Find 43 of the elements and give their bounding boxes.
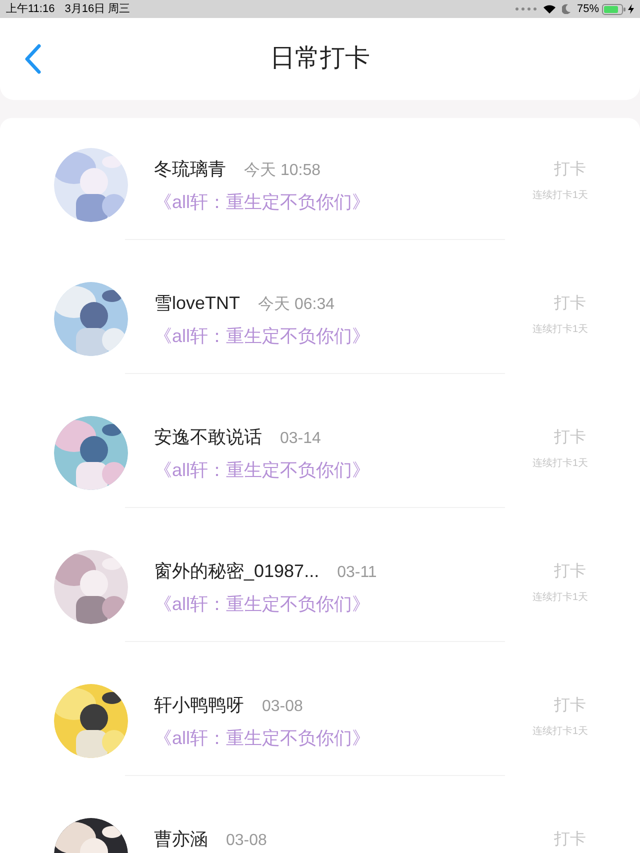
wifi-icon bbox=[542, 4, 556, 14]
streak-label: 连续打卡1天 bbox=[532, 322, 588, 337]
user-name: 轩小鸭鸭呀 bbox=[154, 694, 244, 717]
page-title: 日常打卡 bbox=[270, 43, 370, 74]
user-name: 安逸不敢说话 bbox=[154, 426, 262, 449]
moon-icon bbox=[562, 4, 571, 14]
checkin-button[interactable]: 打卡 bbox=[554, 560, 588, 584]
checkin-button[interactable]: 打卡 bbox=[554, 292, 588, 316]
checkin-row[interactable]: 轩小鸭鸭呀 03-08 《all轩：重生定不负你们》 打卡 连续打卡1天 bbox=[0, 670, 640, 804]
checkin-row[interactable]: 雪loveTNT 今天 06:34 《all轩：重生定不负你们》 打卡 连续打卡1天 bbox=[0, 268, 640, 402]
post-time: 03-08 bbox=[226, 831, 267, 851]
user-name: 曹亦涵 bbox=[154, 828, 208, 851]
streak-label: 连续打卡1天 bbox=[532, 456, 588, 471]
checkin-row[interactable]: 冬琉璃青 今天 10:58 《all轩：重生定不负你们》 打卡 连续打卡1天 bbox=[0, 134, 640, 268]
book-title[interactable]: 《all轩：重生定不负你们》 bbox=[154, 189, 478, 216]
battery-icon bbox=[602, 4, 626, 14]
status-time: 上午11:16 bbox=[6, 2, 55, 17]
checkin-row[interactable]: 窗外的秘密_01987... 03-11 《all轩：重生定不负你们》 打卡 连续打卡1天 bbox=[0, 536, 640, 670]
post-time: 03-14 bbox=[280, 429, 321, 449]
signal-dots-icon bbox=[514, 7, 537, 11]
post-time: 03-11 bbox=[337, 563, 377, 583]
checkin-button[interactable]: 打卡 bbox=[554, 828, 588, 852]
book-title[interactable]: 《all轩：重生定不负你们》 bbox=[154, 591, 478, 618]
streak-label: 连续打卡1天 bbox=[532, 724, 588, 739]
user-name: 雪loveTNT bbox=[154, 292, 240, 315]
user-name: 窗外的秘密_01987... bbox=[154, 560, 320, 583]
streak-label: 连续打卡1天 bbox=[532, 188, 588, 203]
post-time: 今天 10:58 bbox=[244, 161, 320, 181]
checkin-button[interactable]: 打卡 bbox=[554, 158, 588, 182]
status-date: 3月16日 周三 bbox=[64, 2, 130, 17]
streak-label: 连续打卡1天 bbox=[532, 590, 588, 605]
post-time: 03-08 bbox=[262, 697, 303, 717]
checkin-row[interactable]: 安逸不敢说话 03-14 《all轩：重生定不负你们》 打卡 连续打卡1天 bbox=[0, 402, 640, 536]
book-title[interactable]: 《all轩：重生定不负你们》 bbox=[154, 725, 478, 752]
charging-icon bbox=[628, 4, 634, 14]
battery-percent: 75% bbox=[576, 2, 599, 17]
book-title[interactable]: 《all轩：重生定不负你们》 bbox=[154, 323, 478, 350]
post-time: 今天 06:34 bbox=[258, 295, 334, 315]
checkin-button[interactable]: 打卡 bbox=[554, 426, 588, 450]
checkin-button[interactable]: 打卡 bbox=[554, 694, 588, 718]
book-title[interactable]: 《all轩：重生定不负你们》 bbox=[154, 457, 478, 484]
user-name: 冬琉璃青 bbox=[154, 158, 226, 181]
checkin-row[interactable]: 曹亦涵 03-08 打卡 bbox=[0, 804, 640, 853]
